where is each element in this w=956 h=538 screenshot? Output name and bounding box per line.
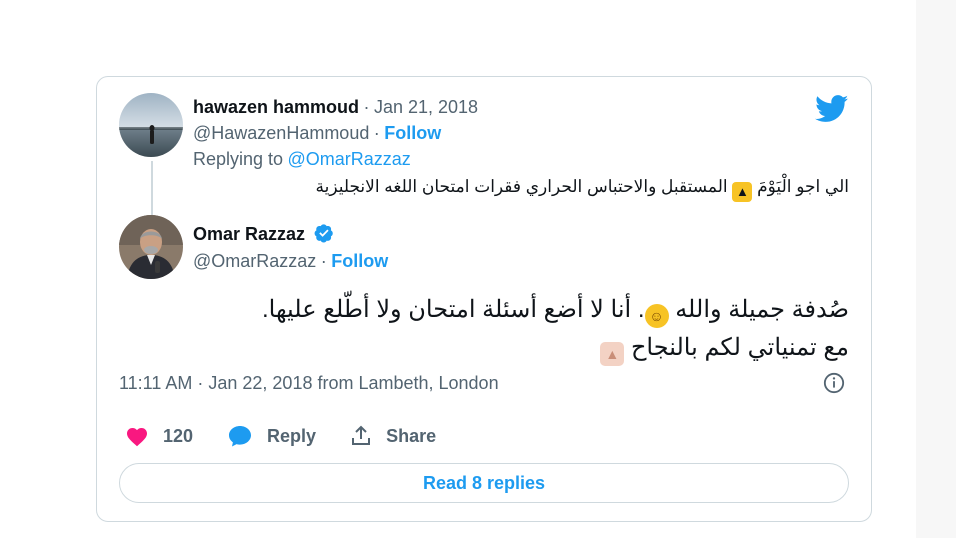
separator-dot: · xyxy=(373,123,380,143)
reply-label: Reply xyxy=(267,425,317,446)
reply-text-start: المستقبل والاحتباس الحراري فقرات امتحان … xyxy=(315,177,728,196)
reply-author-name[interactable]: hawazen hammoud xyxy=(193,97,359,117)
reply-button[interactable]: Reply xyxy=(227,424,316,448)
thumbs-up-emoji-icon: ▲ xyxy=(732,182,753,202)
main-tweet-line2: مع تمنياتي لكم بالنجاح ▲ xyxy=(600,333,849,366)
main-text-line2: مع تمنياتي لكم بالنجاح xyxy=(630,334,849,361)
reply-text-end: الي اجو الْيَوْمَ xyxy=(757,177,849,196)
follow-button-omar[interactable]: Follow xyxy=(331,251,388,271)
main-author-handle[interactable]: @OmarRazzaz xyxy=(193,251,316,271)
avatar-omar-razzaz[interactable] xyxy=(119,215,183,279)
reply-author-handle[interactable]: @HawazenHammoud xyxy=(193,123,369,143)
heart-icon xyxy=(127,428,147,447)
share-icon xyxy=(352,425,371,445)
share-button[interactable]: Share xyxy=(350,425,436,447)
likes-count: 120 xyxy=(163,425,194,446)
reply-tweet-text: الي اجو الْيَوْمَ ▲ المستقبل والاحتباس ا… xyxy=(315,177,849,202)
reply-bubble-icon xyxy=(229,426,252,447)
main-text-line1-start: صُدفة جميلة والله xyxy=(675,296,849,323)
share-label: Share xyxy=(386,425,437,446)
sweat-smile-emoji-icon: ☺ xyxy=(644,304,669,328)
info-icon[interactable] xyxy=(823,372,845,394)
like-button[interactable]: 120 xyxy=(125,425,193,447)
verified-badge-icon xyxy=(314,224,333,243)
right-gray-strip xyxy=(916,0,956,538)
twitter-bird-icon[interactable] xyxy=(815,95,849,123)
replying-to-label: Replying to xyxy=(193,149,284,169)
follow-button-hawazen[interactable]: Follow xyxy=(384,123,441,143)
separator-dot: · xyxy=(363,97,370,117)
main-tweet-line1: صُدفة جميلة والله ☺. أنا لا أضع أسئلة ام… xyxy=(262,295,849,328)
tweet-timestamp[interactable]: 11:11 AM · Jan 22, 2018 from Lambeth, Lo… xyxy=(119,373,499,393)
reply-date[interactable]: Jan 21, 2018 xyxy=(374,97,478,117)
read-replies-label: Read 8 replies xyxy=(422,472,546,493)
tweet-actions-bar: 120 Reply Share xyxy=(125,421,470,451)
read-replies-button[interactable]: Read 8 replies xyxy=(119,463,849,503)
separator-dot: · xyxy=(320,251,327,271)
replying-to-handle[interactable]: @OmarRazzaz xyxy=(288,149,411,169)
embedded-tweet-card: hawazen hammoud · Jan 21, 2018 @HawazenH… xyxy=(96,76,872,522)
main-text-line1-end: . أنا لا أضع أسئلة امتحان ولا أطّلع عليه… xyxy=(261,296,645,323)
avatar-hawazen[interactable] xyxy=(119,93,183,157)
thumbs-up-emoji-icon: ▲ xyxy=(600,342,625,366)
main-author-name[interactable]: Omar Razzaz xyxy=(193,224,305,244)
